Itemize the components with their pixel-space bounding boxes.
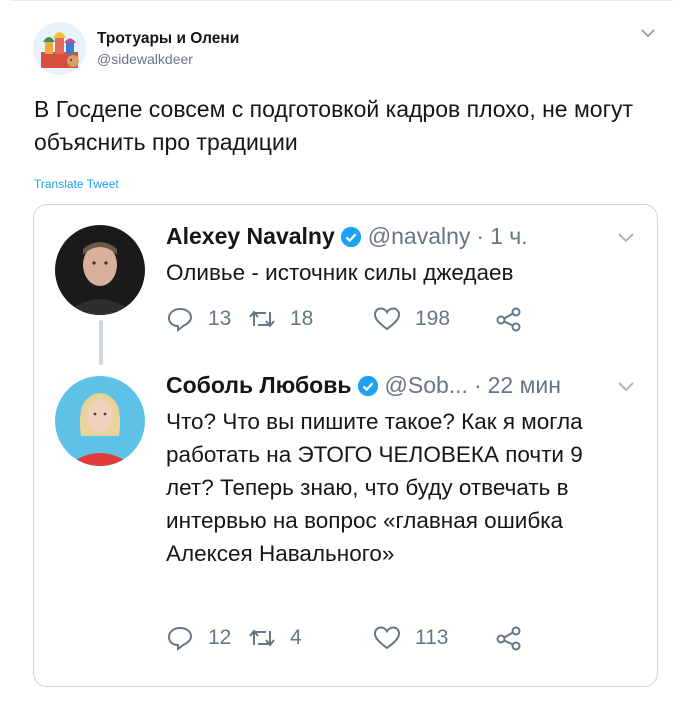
quoted-tweet-1-header: Alexey Navalny @navalny · 1 ч.: [166, 223, 528, 250]
separator-dot: ·: [476, 223, 485, 249]
reply-count: 13: [208, 307, 232, 330]
retweet-button[interactable]: 4: [248, 625, 373, 651]
navalny-avatar[interactable]: [55, 225, 145, 315]
retweet-icon: [249, 629, 275, 647]
separator-dot: ·: [473, 372, 482, 398]
author-avatar[interactable]: [33, 22, 86, 75]
reply-icon: [167, 307, 193, 332]
quoted-author-name[interactable]: Alexey Navalny: [166, 223, 335, 250]
quoted-timestamp[interactable]: 1 ч.: [490, 223, 528, 250]
like-button[interactable]: 113: [373, 625, 495, 651]
tweet: Тротуары и Олени @sidewalkdeer В Госдепе…: [0, 0, 683, 703]
translate-tweet-link[interactable]: Translate Tweet: [34, 177, 119, 191]
reply-count: 12: [208, 626, 232, 649]
verified-badge-icon: [357, 375, 378, 396]
tweet-text: В Госдепе совсем с подготовкой кадров пл…: [34, 96, 634, 155]
share-button[interactable]: [495, 306, 537, 332]
reply-button[interactable]: 13: [166, 306, 248, 332]
retweet-button[interactable]: 18: [248, 306, 373, 332]
retweet-icon: [249, 310, 275, 328]
like-count: 113: [415, 626, 449, 649]
sobol-avatar[interactable]: [55, 376, 145, 466]
quoted-tweet-2-header: Соболь Любовь @Sob... · 22 мин: [166, 372, 561, 399]
thread-line: [99, 320, 103, 365]
share-icon: [496, 307, 521, 332]
quoted-author-name[interactable]: Соболь Любовь: [166, 372, 352, 399]
quoted-tweet-2-actions: 12 4 113: [166, 623, 537, 653]
quoted-timestamp[interactable]: 22 мин: [488, 372, 561, 399]
reply-icon: [167, 626, 193, 651]
share-button[interactable]: [495, 625, 537, 651]
like-count: 198: [415, 307, 451, 330]
quoted-tweet-text: Что? Что вы пишите такое? Как я могла ра…: [166, 409, 583, 566]
quoted-author-handle[interactable]: @Sob...: [385, 372, 468, 399]
verified-badge-icon: [340, 226, 361, 247]
author-name[interactable]: Тротуары и Олени: [97, 30, 239, 48]
retweet-count: 4: [290, 626, 302, 649]
chevron-down-icon[interactable]: [641, 28, 655, 38]
reply-button[interactable]: 12: [166, 625, 248, 651]
chevron-down-icon[interactable]: [617, 381, 635, 393]
chevron-down-icon[interactable]: [617, 232, 635, 244]
retweet-count: 18: [290, 307, 314, 330]
heart-icon: [373, 307, 401, 331]
quoted-tweet-text: Оливье - источник силы джедаев: [166, 260, 514, 285]
quoted-author-handle[interactable]: @navalny: [368, 223, 471, 250]
heart-icon: [373, 626, 401, 650]
share-icon: [496, 626, 521, 651]
like-button[interactable]: 198: [373, 306, 495, 332]
quoted-tweet-1-actions: 13 18 198: [166, 304, 537, 334]
author-handle[interactable]: @sidewalkdeer: [97, 51, 193, 67]
